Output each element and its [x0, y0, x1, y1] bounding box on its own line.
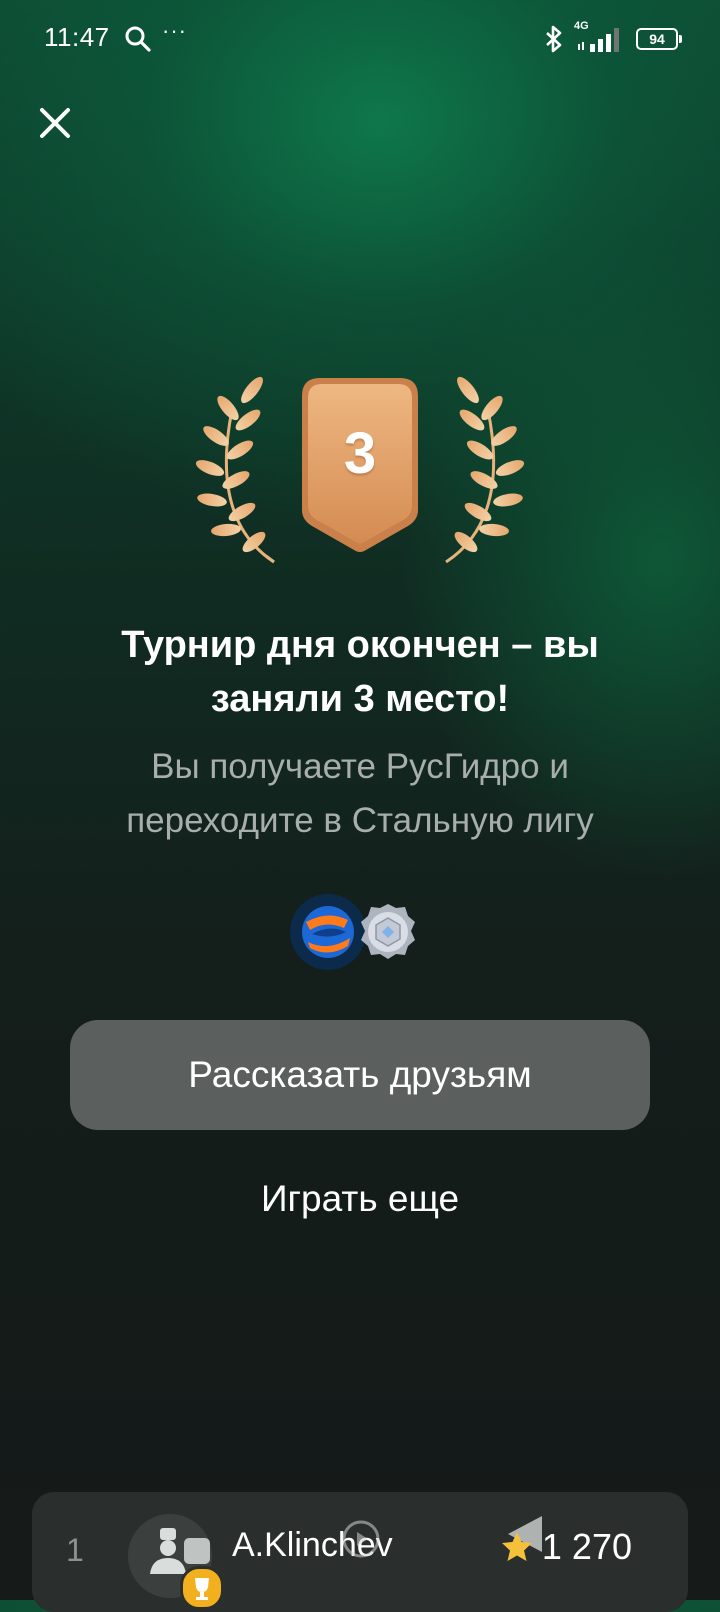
- leaderboard-row[interactable]: 1 A.Klinchev 1 270: [32, 1492, 688, 1612]
- signal-icon: 4G: [574, 20, 626, 54]
- close-icon[interactable]: [32, 100, 78, 146]
- rushydro-logo-icon: [290, 894, 366, 970]
- result-title-line-1: Турнир дня окончен – вы: [121, 624, 599, 666]
- status-bar: 11:47 ··· 4G 94: [0, 0, 720, 80]
- result-title: Турнир дня окончен – вы заняли 3 место!: [60, 618, 660, 726]
- leaderboard-score: 1 270: [500, 1526, 632, 1568]
- leaderboard-score-value: 1 270: [541, 1526, 632, 1567]
- battery-level: 94: [649, 31, 665, 47]
- play-again-button[interactable]: Играть еще: [200, 1178, 520, 1220]
- bluetooth-icon: [546, 25, 562, 53]
- play-circle-icon: [342, 1520, 380, 1558]
- steel-league-badge-icon: [361, 904, 415, 959]
- result-title-line-2: заняли 3 место!: [210, 678, 510, 720]
- result-subtitle: Вы получаете РусГидро и переходите в Ста…: [60, 740, 660, 848]
- leaderboard-rank: 1: [66, 1532, 84, 1568]
- status-time: 11:47: [44, 22, 110, 52]
- place-number: 3: [343, 421, 377, 486]
- star-icon: [501, 1532, 532, 1561]
- place-badge: 3: [190, 370, 530, 590]
- search-icon: [125, 26, 151, 52]
- reward-icons: [290, 892, 420, 972]
- battery-icon: 94: [636, 28, 682, 50]
- result-subtitle-line-1: Вы получаете РусГидро и: [151, 747, 569, 786]
- result-subtitle-line-2: переходите в Стальную лигу: [126, 801, 594, 840]
- trophy-icon: [180, 1566, 224, 1610]
- status-indicators: 4G 94: [544, 20, 682, 56]
- share-with-friends-button[interactable]: Рассказать друзьям: [70, 1020, 650, 1130]
- status-more-dots: ···: [162, 18, 187, 43]
